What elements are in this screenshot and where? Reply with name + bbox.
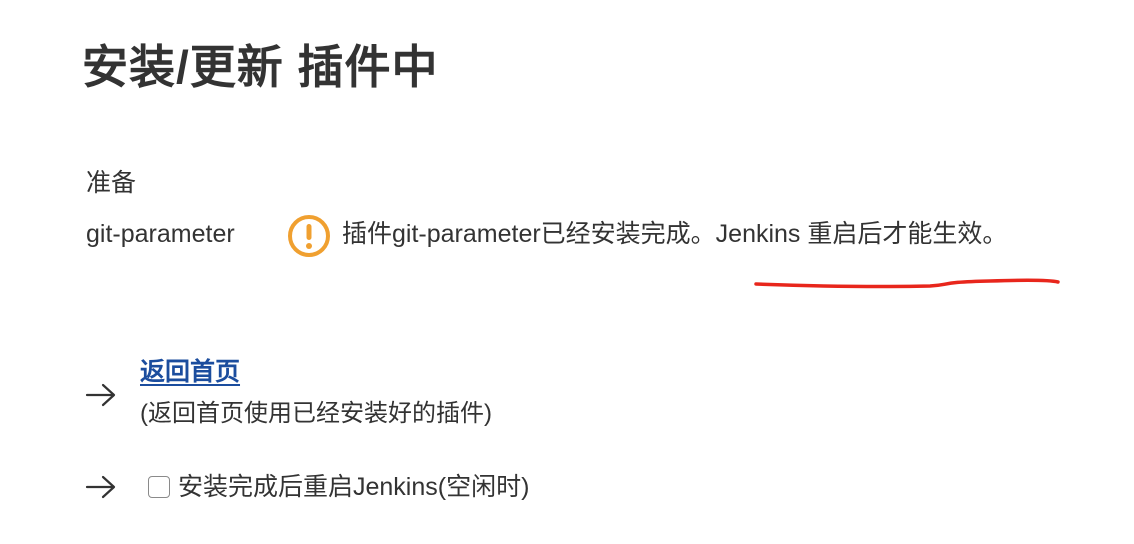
plugin-status-text: 插件git-parameter已经安装完成。Jenkins 重启后才能生效。 (342, 220, 1008, 248)
arrow-right-icon (85, 475, 116, 499)
restart-checkbox-label[interactable]: 安装完成后重启Jenkins(空闲时) (178, 470, 529, 504)
plugin-name: git-parameter (86, 220, 235, 248)
prepare-label: 准备 (86, 169, 137, 197)
back-home-link[interactable]: 返回首页 (140, 354, 240, 390)
arrow-right-icon (85, 383, 116, 407)
restart-checkbox[interactable] (148, 476, 170, 498)
back-home-description: (返回首页使用已经安装好的插件) (140, 400, 492, 427)
warning-icon (288, 215, 330, 257)
red-underline-annotation (754, 278, 1060, 289)
restart-option: 安装完成后重启Jenkins(空闲时) (148, 469, 529, 505)
page-title: 安装/更新 插件中 (82, 41, 439, 93)
plugin-status-row: git-parameter 插件git-parameter已经安装完成。Jenk… (86, 214, 1126, 258)
